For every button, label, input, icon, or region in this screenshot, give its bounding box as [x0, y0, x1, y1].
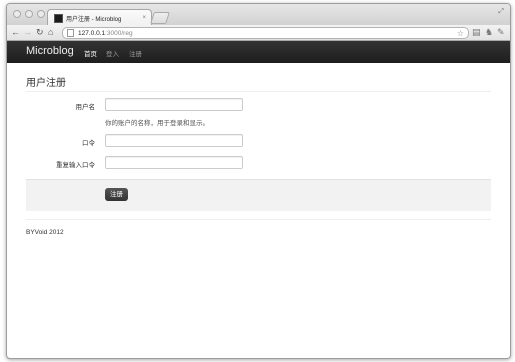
fullscreen-icon[interactable]: ⤢	[498, 8, 504, 16]
window-controls	[13, 10, 45, 18]
address-bar[interactable]: 127.0.0.1:3000/reg ☆	[62, 27, 469, 39]
page-icon	[67, 29, 74, 37]
extension-icon[interactable]: ♞	[485, 27, 493, 37]
tab-strip: 用户注册 - Microblog × ⤢	[7, 4, 510, 26]
site-navbar: Microblog 首页 登入 注册	[7, 41, 510, 63]
username-label: 用户名	[75, 104, 96, 111]
forward-arrow-icon[interactable]: →	[23, 27, 32, 37]
title-divider	[26, 91, 491, 92]
password-repeat-label: 重复输入口令	[56, 162, 95, 169]
new-tab-button[interactable]	[150, 12, 170, 24]
minimize-window-button[interactable]	[25, 10, 33, 18]
nav-login-link[interactable]: 登入	[106, 48, 119, 58]
nav-home-link[interactable]: 首页	[84, 48, 97, 58]
username-input[interactable]	[105, 98, 243, 111]
reload-icon[interactable]: ↻	[36, 27, 44, 37]
form-actions: 注册	[26, 179, 491, 211]
brand-link[interactable]: Microblog	[26, 45, 74, 57]
favicon-icon	[54, 13, 63, 23]
url-host: 127.0.0.1	[78, 29, 106, 37]
register-button[interactable]: 注册	[105, 188, 128, 201]
zoom-window-button[interactable]	[37, 10, 45, 18]
browser-tab[interactable]: 用户注册 - Microblog ×	[47, 9, 152, 26]
bookmark-star-icon[interactable]: ☆	[457, 29, 464, 38]
browser-toolbar: ← → ↻ ⌂ 127.0.0.1:3000/reg ☆ ▤ ♞ ✎	[7, 25, 510, 41]
username-help-text: 你的账户的名称，用于登录和显示。	[105, 120, 209, 127]
home-icon[interactable]: ⌂	[48, 27, 53, 37]
url-path: :3000/reg	[105, 29, 133, 37]
footer-divider	[26, 219, 491, 220]
password-label: 口令	[82, 140, 95, 147]
tab-title: 用户注册 - Microblog	[66, 16, 122, 23]
password-repeat-input[interactable]	[105, 156, 243, 169]
nav-register-link[interactable]: 注册	[129, 48, 142, 58]
tab-close-icon[interactable]: ×	[142, 15, 146, 21]
page-title: 用户注册	[26, 78, 66, 89]
password-input[interactable]	[105, 134, 243, 147]
url-text: 127.0.0.1:3000/reg	[78, 30, 457, 37]
browser-window: 用户注册 - Microblog × ⤢ ← → ↻ ⌂ 127.0.0.1:3…	[6, 3, 511, 359]
back-arrow-icon[interactable]: ←	[11, 27, 20, 37]
close-window-button[interactable]	[13, 10, 21, 18]
wrench-icon[interactable]: ✎	[497, 27, 505, 37]
footer-text: BYVoid 2012	[26, 229, 64, 236]
page-menu-icon[interactable]: ▤	[472, 27, 481, 37]
